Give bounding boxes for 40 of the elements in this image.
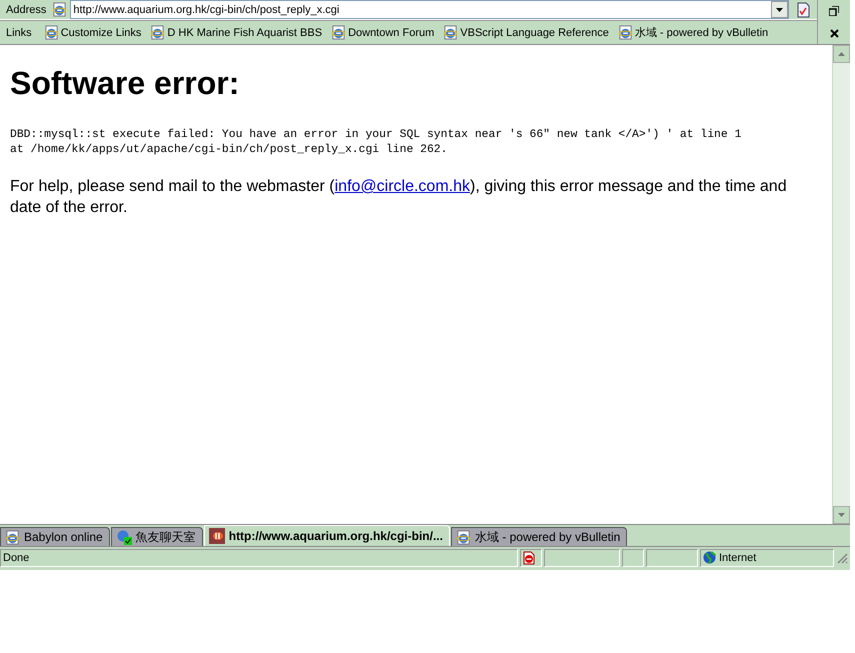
browser-tab[interactable]: http://www.aquarium.org.hk/cgi-bin/... — [204, 525, 450, 546]
dropdown-icon[interactable] — [771, 1, 788, 18]
zone-text: Internet — [719, 552, 756, 564]
browser-icon — [52, 2, 68, 17]
error-heading: Software error: — [10, 65, 240, 102]
status-text: Done — [3, 552, 30, 564]
links-label: Links — [5, 26, 33, 38]
browser-icon — [44, 25, 59, 40]
link-item[interactable]: Customize Links — [44, 25, 142, 40]
status-pane — [622, 548, 644, 566]
scrollbar[interactable] — [832, 45, 850, 524]
help-text: For help, please send mail to the webmaster (info@circle.com.hk), giving this error message and the time and date of the error. — [10, 177, 788, 218]
restore-icon[interactable] — [826, 3, 842, 19]
browser-icon — [150, 25, 166, 40]
link-item[interactable]: 水域 - powered by vBulletin — [618, 25, 768, 40]
browser-icon — [456, 530, 471, 544]
chat-page-icon — [116, 529, 132, 545]
globe-icon — [703, 551, 716, 564]
link-item[interactable]: Downtown Forum — [331, 25, 434, 40]
status-pane — [646, 548, 698, 566]
browser-tab[interactable]: 水域 - powered by vBulletin — [450, 527, 628, 546]
fish-icon — [208, 528, 225, 544]
error-message-line: DBD::mysql::st execute failed: You have an error in your SQL syntax near 's 66" new tank </A>') ' at line 1 — [10, 128, 742, 143]
error-message-line: at /home/kk/apps/ut/apache/cgi-bin/ch/post_reply_x.cgi line 262. — [10, 143, 448, 158]
address-label: Address — [5, 4, 48, 16]
browser-tab[interactable]: 魚友聊天室 — [110, 527, 203, 546]
blocked-page-icon — [523, 550, 535, 564]
browser-tab[interactable]: Babylon online — [0, 527, 110, 546]
browser-icon — [618, 25, 633, 40]
link-item[interactable]: VBScript Language Reference — [443, 25, 609, 40]
browser-icon — [331, 25, 346, 40]
email-link[interactable]: info@circle.com.hk — [334, 178, 470, 195]
address-field[interactable]: http://www.aquarium.org.hk/cgi-bin/ch/post_reply_x.cgi — [70, 0, 789, 19]
scroll-down-icon[interactable] — [838, 513, 845, 517]
resize-grip-icon[interactable] — [836, 552, 848, 564]
scroll-up-icon[interactable] — [838, 52, 845, 56]
browser-icon — [5, 530, 20, 544]
link-item[interactable]: D HK Marine Fish Aquarist BBS — [150, 25, 322, 40]
go-page-icon[interactable] — [796, 2, 811, 18]
browser-icon — [443, 25, 458, 40]
